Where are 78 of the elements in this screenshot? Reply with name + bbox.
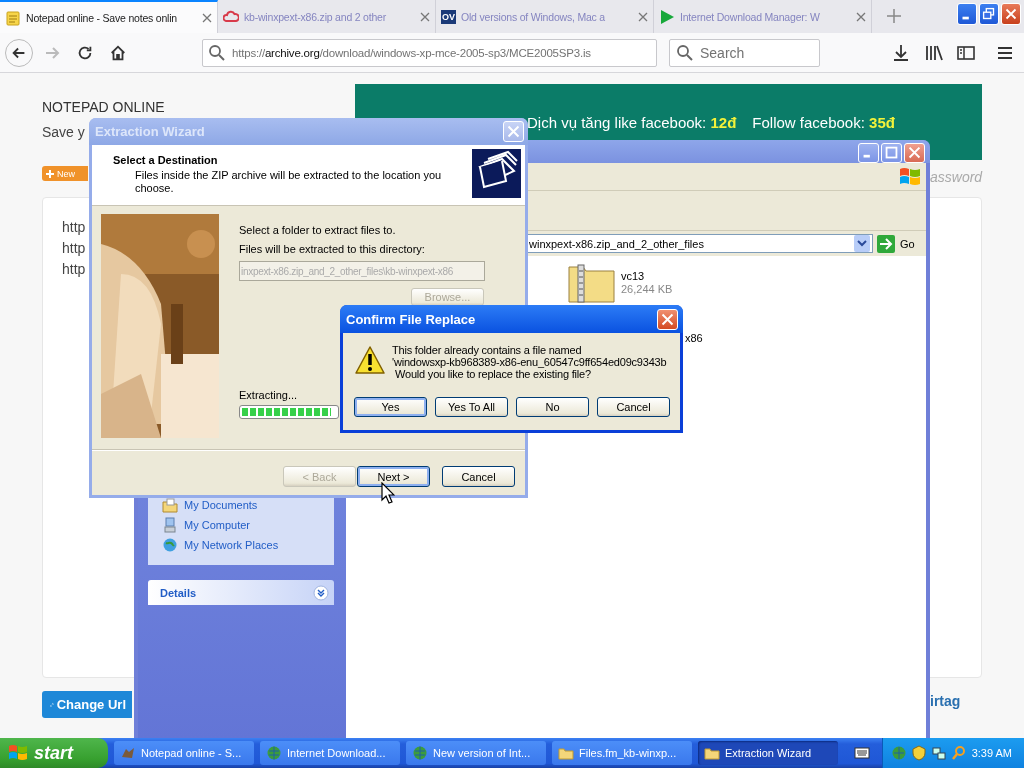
computer-icon — [162, 517, 178, 533]
url-field[interactable]: https://archive.org/download/windows-xp-mce-2005-sp3/MCE2005SP3.is — [202, 38, 657, 67]
minimize-icon[interactable] — [957, 3, 977, 25]
network-icon[interactable] — [931, 745, 947, 761]
search-icon — [676, 43, 694, 62]
wizard-button[interactable]: Next > — [357, 466, 430, 487]
page-subtitle: Save y — [42, 124, 85, 140]
cloud-icon — [223, 8, 239, 25]
dropdown-icon[interactable] — [854, 235, 870, 252]
chevron-icon — [313, 584, 329, 601]
page-title: NOTEPAD ONLINE — [42, 99, 165, 115]
restore-icon[interactable] — [979, 3, 999, 25]
dialog-button[interactable]: Yes To All — [435, 397, 508, 417]
start-button[interactable]: start — [0, 738, 108, 768]
note-line: http — [62, 240, 86, 256]
file-name: x86 — [685, 332, 703, 344]
file-name: vc13 — [621, 270, 645, 282]
sidebar-icon[interactable] — [956, 43, 976, 63]
windows-logo — [898, 165, 922, 187]
keyboard-icon[interactable] — [854, 746, 870, 760]
search-field[interactable]: Search — [669, 38, 820, 67]
close-icon[interactable] — [420, 11, 430, 22]
dialog-button[interactable]: Yes — [354, 397, 427, 417]
folder-icon — [558, 745, 574, 761]
place-link[interactable]: My Network Places — [162, 537, 279, 553]
dialog-button[interactable]: No — [516, 397, 589, 417]
wizard-description: Files inside the ZIP archive will be extracted to the location you choose. — [135, 169, 443, 195]
notepad-icon — [5, 9, 21, 26]
dialog-message: This folder already contains a file named 'windowsxp-kb968389-x86-enu_60547c9ff654ed09c9343b Would you like to replace the existing file? — [392, 344, 667, 380]
file-size: 26,244 KB — [621, 283, 673, 295]
shield-icon[interactable] — [911, 745, 927, 761]
close-icon[interactable] — [638, 11, 648, 22]
close-icon[interactable] — [856, 11, 866, 22]
place-link[interactable]: My Documents — [162, 497, 258, 513]
warning-icon — [354, 345, 386, 375]
change-url-button[interactable]: Change Url — [42, 691, 132, 718]
wizard-button[interactable]: Cancel — [442, 466, 515, 487]
folders-icon — [472, 149, 521, 198]
tag-link[interactable]: irtag — [930, 693, 961, 709]
library-icon[interactable] — [924, 43, 944, 63]
cursor-icon — [381, 482, 395, 504]
browser-tab[interactable]: Notepad online - Save notes onlin — [0, 0, 218, 33]
go-button[interactable]: Go — [877, 234, 915, 254]
offer-text: Dịch vụ tăng like facebook: 12đ — [527, 113, 737, 131]
taskbar-item[interactable]: Internet Download... — [260, 741, 400, 765]
taskbar-item[interactable]: Extraction Wizard — [698, 741, 838, 765]
close-icon[interactable] — [202, 12, 212, 23]
window-title: Extraction Wizard — [89, 118, 528, 145]
plus-icon — [46, 169, 54, 178]
folder-icon — [704, 745, 720, 761]
network-icon — [162, 537, 178, 553]
progress-label: Extracting... — [239, 389, 298, 401]
wizard-heading: Select a Destination — [113, 154, 218, 166]
maximize-icon[interactable] — [881, 143, 902, 163]
windows-logo — [8, 743, 28, 763]
folder-prompt: Select a folder to extract files to. — [239, 224, 396, 236]
note-line: http — [62, 219, 86, 235]
documents-icon — [162, 497, 178, 513]
play-icon — [659, 8, 675, 25]
minimize-icon[interactable] — [858, 143, 879, 163]
search-icon — [208, 43, 226, 62]
zip-folder-icon — [568, 263, 616, 303]
details-header[interactable]: Details — [148, 580, 334, 605]
note-line: http — [62, 261, 86, 277]
clock: 3:39 AM — [971, 747, 1012, 759]
globe-icon — [412, 745, 428, 761]
taskbar-item[interactable]: New version of Int... — [406, 741, 546, 765]
taskbar-item[interactable]: Files.fm_kb-winxp... — [552, 741, 692, 765]
arrow-icon — [877, 235, 895, 253]
download-icon[interactable] — [891, 43, 911, 63]
taskbar-item[interactable]: Notepad online - S... — [114, 741, 254, 765]
dialog-button[interactable]: Cancel — [597, 397, 670, 417]
globe-icon — [266, 745, 282, 761]
place-link[interactable]: My Computer — [162, 517, 251, 533]
site-logo: OV — [441, 9, 456, 24]
app-icon — [120, 745, 136, 761]
dialog-title: Confirm File Replace — [340, 305, 683, 333]
offer-text: Follow facebook: 35đ — [752, 113, 895, 131]
